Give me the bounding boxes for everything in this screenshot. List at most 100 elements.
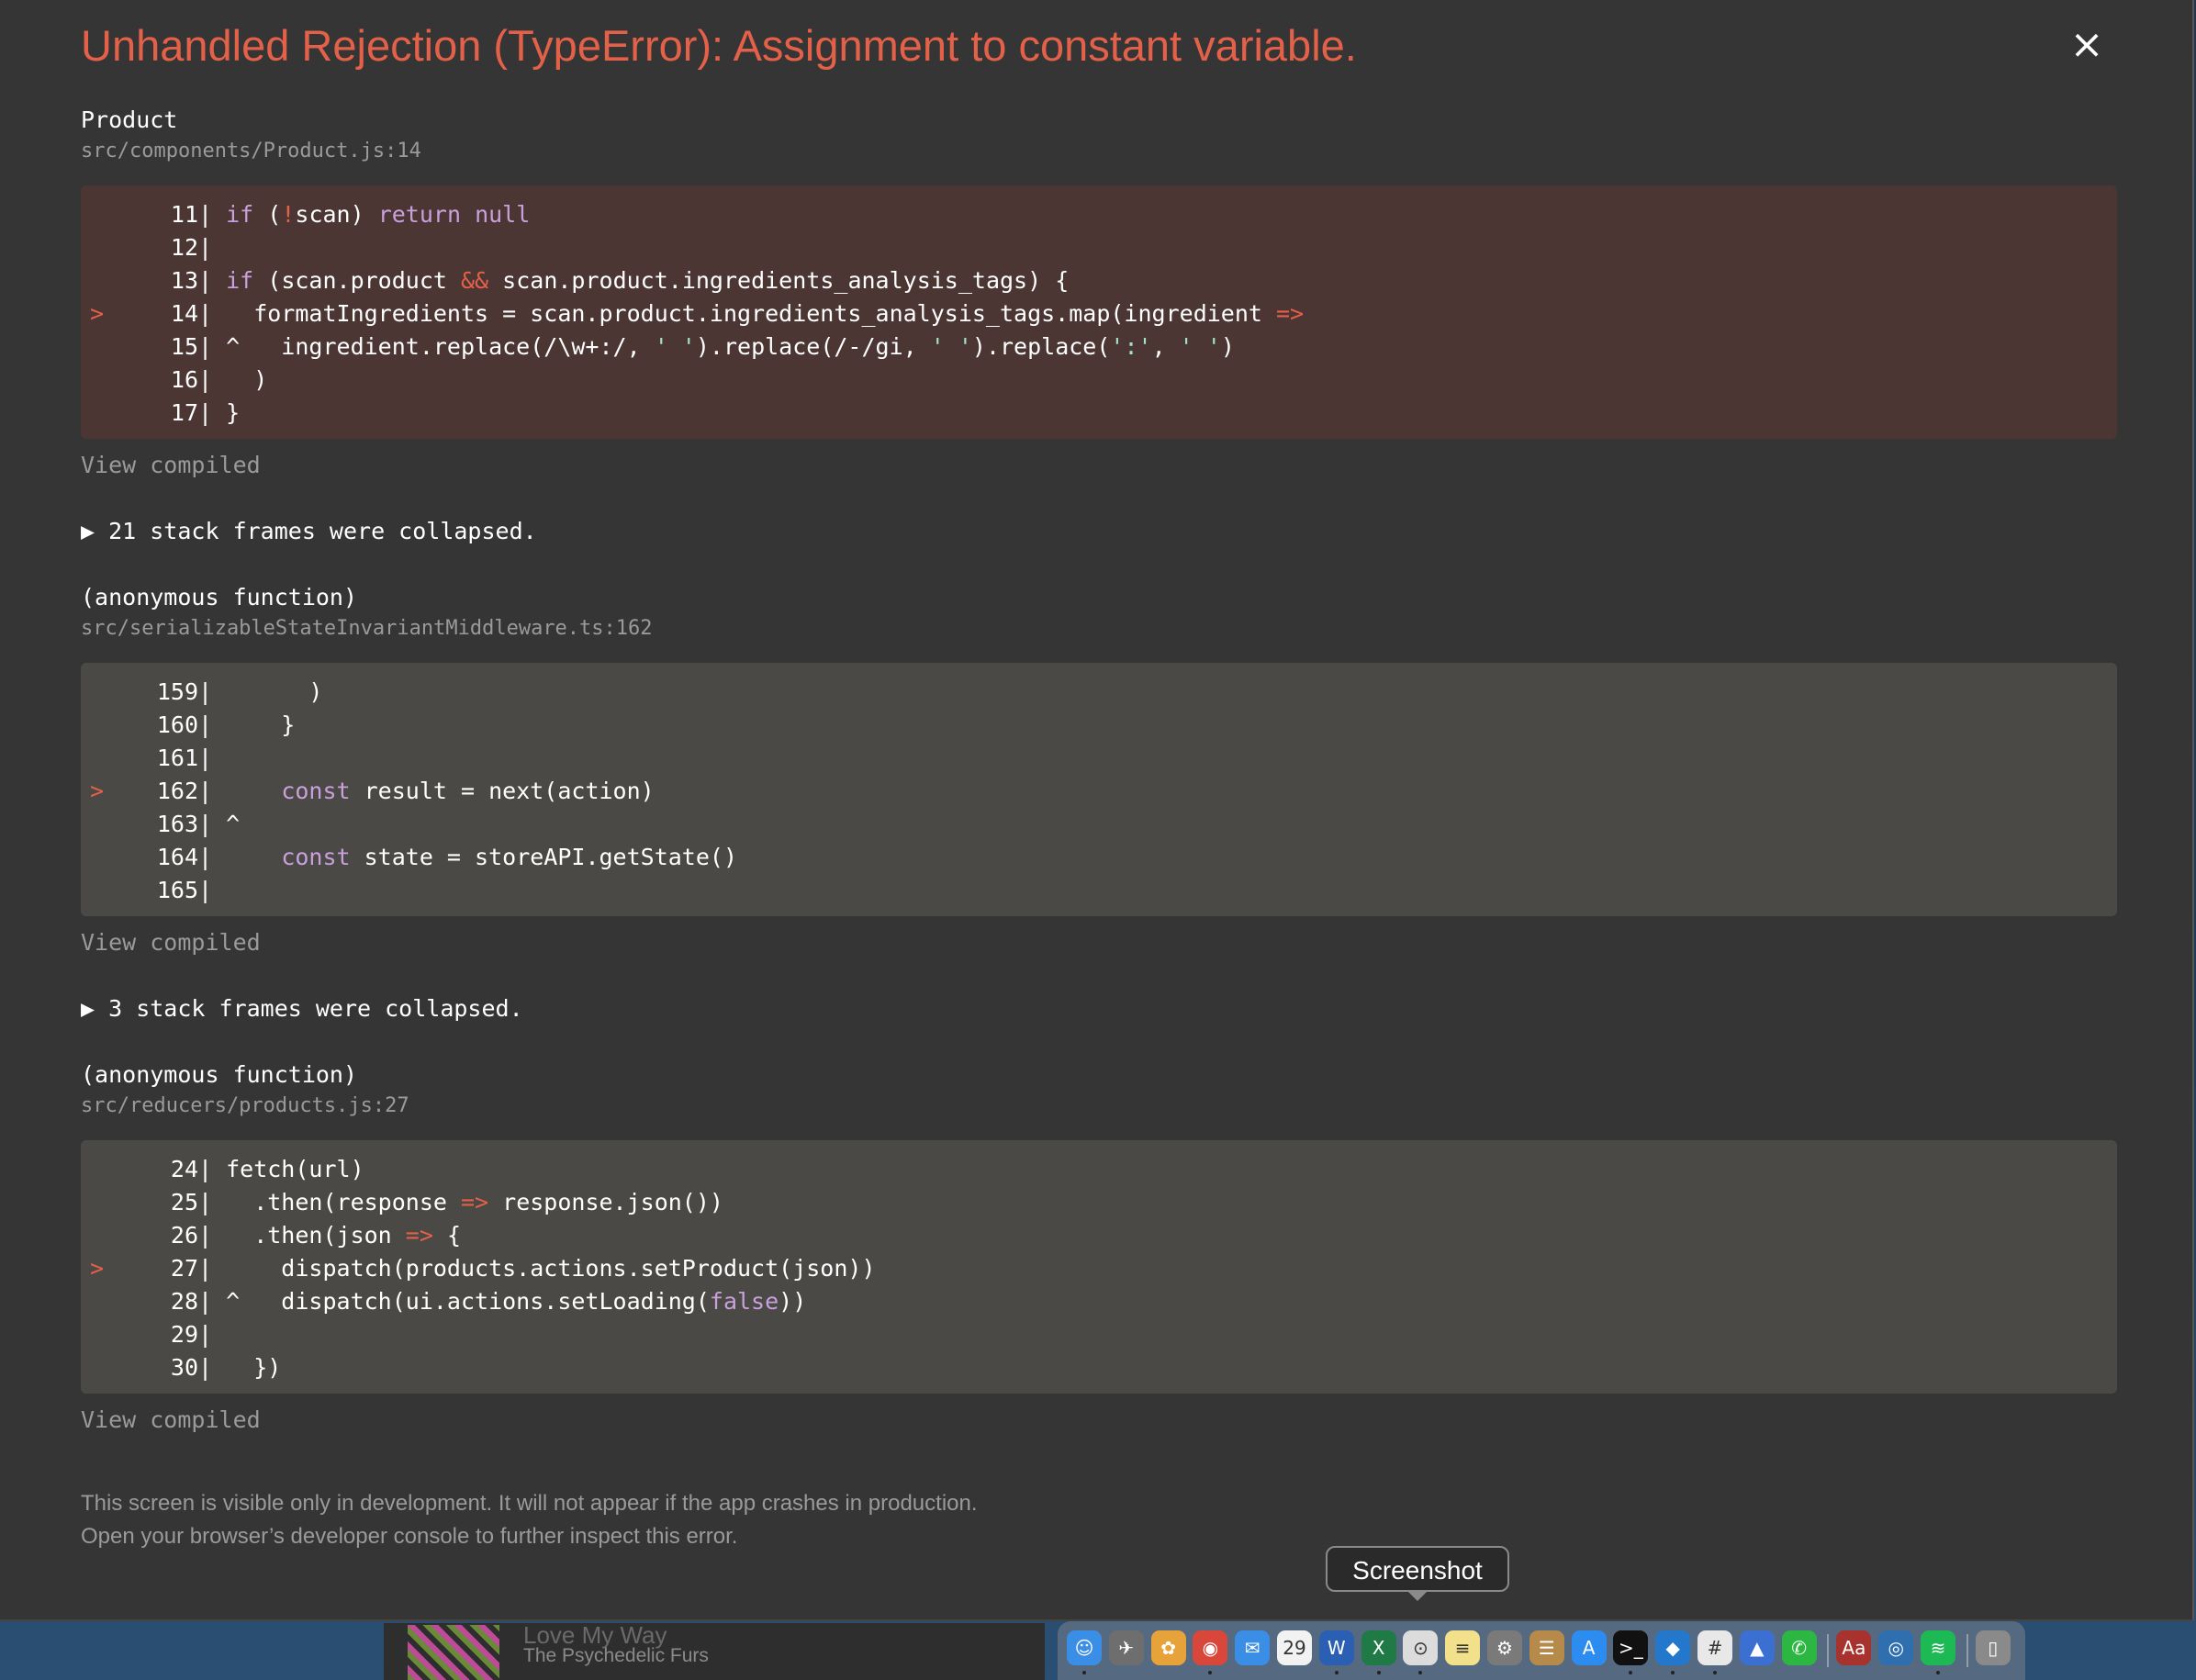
line-number: 164 bbox=[156, 844, 198, 870]
highlight-marker: > bbox=[90, 1255, 105, 1282]
spotify-icon[interactable]: ≋ bbox=[1921, 1630, 1955, 1665]
excel-icon[interactable]: X bbox=[1361, 1630, 1396, 1665]
highlight-marker: > bbox=[90, 300, 105, 327]
line-code: | if (!scan) return null bbox=[198, 201, 531, 228]
line-number: 28 bbox=[170, 1288, 198, 1315]
dock: ☺ ✈ ✿ ◉ ✉ 29 W X ⊙ ≡ ⚙ ☰ A >_ ◆ # ▲ ✆ Aa ◎ ≋ ▯ bbox=[1058, 1621, 2025, 1680]
code-snippet: 11 | if (!scan) return null 12 | 13 | if (sca… bbox=[81, 185, 2117, 439]
code-line: 12 | bbox=[81, 231, 2117, 264]
frame-function-name: Product bbox=[81, 106, 178, 133]
launchpad-icon[interactable]: ✈ bbox=[1108, 1630, 1144, 1665]
code-line: >162 | const result = next(action) bbox=[81, 775, 2117, 808]
highlight-marker: > bbox=[90, 778, 105, 804]
line-number: 12 bbox=[170, 234, 198, 261]
running-indicator bbox=[1629, 1671, 1633, 1674]
calendar-icon[interactable]: 29 bbox=[1277, 1630, 1312, 1665]
messenger-icon[interactable]: ✉ bbox=[1235, 1630, 1271, 1665]
line-code: | fetch(url) bbox=[198, 1156, 364, 1182]
vscode-icon[interactable]: ◆ bbox=[1655, 1630, 1691, 1665]
frame-file-link[interactable]: src/components/Product.js:14 bbox=[81, 140, 421, 162]
dev-notice-line-1: This screen is visible only in developme… bbox=[81, 1491, 978, 1516]
code-line: 163 | ^ bbox=[81, 808, 2117, 841]
frame-file-link[interactable]: src/reducers/products.js:27 bbox=[81, 1094, 409, 1117]
code-line: 15 | ^ ingredient.replace(/\w+:/, ' ').re… bbox=[81, 330, 2117, 364]
collapsed-frames-toggle[interactable]: ▶ 3 stack frames were collapsed. bbox=[81, 995, 523, 1022]
whatsapp-icon[interactable]: ✆ bbox=[1781, 1630, 1817, 1665]
screenshot-icon[interactable]: ⊙ bbox=[1403, 1630, 1439, 1665]
code-line: 30 | }) bbox=[81, 1351, 2117, 1384]
frame-file-link[interactable]: src/serializableStateInvariantMiddleware… bbox=[81, 617, 653, 640]
line-number: 160 bbox=[156, 711, 198, 738]
line-number: 161 bbox=[156, 745, 198, 771]
tooltip-arrow bbox=[1406, 1590, 1429, 1601]
code-line: 159 | ) bbox=[81, 676, 2117, 709]
running-indicator bbox=[1208, 1671, 1213, 1674]
app-store-icon[interactable]: A bbox=[1571, 1630, 1607, 1665]
line-number: 17 bbox=[170, 399, 198, 426]
view-compiled-link[interactable]: View compiled bbox=[81, 929, 261, 956]
line-code: | const state = storeAPI.getState() bbox=[198, 844, 738, 870]
line-code: | .then(response => response.json()) bbox=[198, 1189, 723, 1215]
code-line: >27 | dispatch(products.actions.setProduc… bbox=[81, 1252, 2117, 1285]
line-number: 163 bbox=[156, 811, 198, 837]
line-number: 24 bbox=[170, 1156, 198, 1182]
code-line: 164 | const state = storeAPI.getState() bbox=[81, 841, 2117, 874]
line-code: | bbox=[198, 745, 213, 771]
trash-icon[interactable]: ▯ bbox=[1975, 1630, 2011, 1665]
nordvpn-icon[interactable]: ▲ bbox=[1739, 1630, 1775, 1665]
code-line: 13 | if (scan.product && scan.product.ing… bbox=[81, 264, 2117, 297]
code-line: 160 | } bbox=[81, 709, 2117, 742]
line-code: | bbox=[198, 877, 213, 903]
line-code: | ^ dispatch(ui.actions.setLoading(false… bbox=[198, 1288, 807, 1315]
running-indicator bbox=[1713, 1671, 1717, 1674]
line-number: 27 bbox=[170, 1255, 198, 1282]
word-icon[interactable]: W bbox=[1318, 1630, 1354, 1665]
system-preferences-icon[interactable]: ⚙ bbox=[1487, 1630, 1522, 1665]
dev-notice-line-2: Open your browser’s developer console to… bbox=[81, 1524, 738, 1549]
running-indicator bbox=[1082, 1671, 1086, 1674]
frame-function-name: (anonymous function) bbox=[81, 584, 358, 610]
view-compiled-link[interactable]: View compiled bbox=[81, 452, 261, 478]
running-indicator bbox=[1334, 1671, 1339, 1674]
line-number: 16 bbox=[170, 366, 198, 393]
line-number: 30 bbox=[170, 1354, 198, 1381]
line-code: | ) bbox=[198, 678, 323, 705]
song-artist: The Psychedelic Furs bbox=[523, 1645, 709, 1666]
slack-icon[interactable]: # bbox=[1697, 1630, 1732, 1665]
running-indicator bbox=[1936, 1671, 1940, 1674]
view-compiled-link[interactable]: View compiled bbox=[81, 1406, 261, 1433]
collapsed-frames-toggle[interactable]: ▶ 21 stack frames were collapsed. bbox=[81, 518, 537, 544]
chrome-icon[interactable]: ◉ bbox=[1193, 1630, 1228, 1665]
dock-tooltip: Screenshot bbox=[1326, 1546, 1509, 1592]
line-number: 13 bbox=[170, 267, 198, 294]
close-button[interactable]: × bbox=[2067, 25, 2106, 65]
dock-separator bbox=[1827, 1634, 1830, 1667]
code-line: 11 | if (!scan) return null bbox=[81, 198, 2117, 231]
code-line: 26 | .then(json => { bbox=[81, 1219, 2117, 1252]
notes-icon[interactable]: ≡ bbox=[1445, 1630, 1481, 1665]
running-indicator bbox=[1376, 1671, 1381, 1674]
code-line: 17 | } bbox=[81, 397, 2117, 430]
line-code: | }) bbox=[198, 1354, 282, 1381]
dock-separator bbox=[1966, 1634, 1968, 1667]
finder-icon[interactable]: ☺ bbox=[1067, 1630, 1102, 1665]
code-line: 24 | fetch(url) bbox=[81, 1153, 2117, 1186]
photos-icon[interactable]: ✿ bbox=[1150, 1630, 1186, 1665]
line-code: | } bbox=[198, 399, 241, 426]
now-playing-widget[interactable]: Love My Way The Psychedelic Furs bbox=[384, 1623, 1045, 1680]
line-number: 11 bbox=[170, 201, 198, 228]
line-code: | ^ bbox=[198, 811, 241, 837]
terminal-icon[interactable]: >_ bbox=[1613, 1630, 1649, 1665]
safari-icon[interactable]: ◎ bbox=[1878, 1630, 1914, 1665]
contacts-icon[interactable]: ☰ bbox=[1529, 1630, 1564, 1665]
code-line: 28 | ^ dispatch(ui.actions.setLoading(fal… bbox=[81, 1285, 2117, 1318]
code-snippet: 159 | ) 160 | } 161 | >162 | const result = nex… bbox=[81, 663, 2117, 916]
code-line: 25 | .then(response => response.json()) bbox=[81, 1186, 2117, 1219]
dictionary-icon[interactable]: Aa bbox=[1836, 1630, 1872, 1665]
running-indicator bbox=[1418, 1671, 1423, 1674]
line-code: | formatIngredients = scan.product.ingre… bbox=[198, 300, 1305, 327]
line-number: 25 bbox=[170, 1189, 198, 1215]
error-overlay: Unhandled Rejection (TypeError): Assignm… bbox=[0, 0, 2194, 1621]
line-code: | bbox=[198, 1321, 213, 1348]
line-number: 29 bbox=[170, 1321, 198, 1348]
